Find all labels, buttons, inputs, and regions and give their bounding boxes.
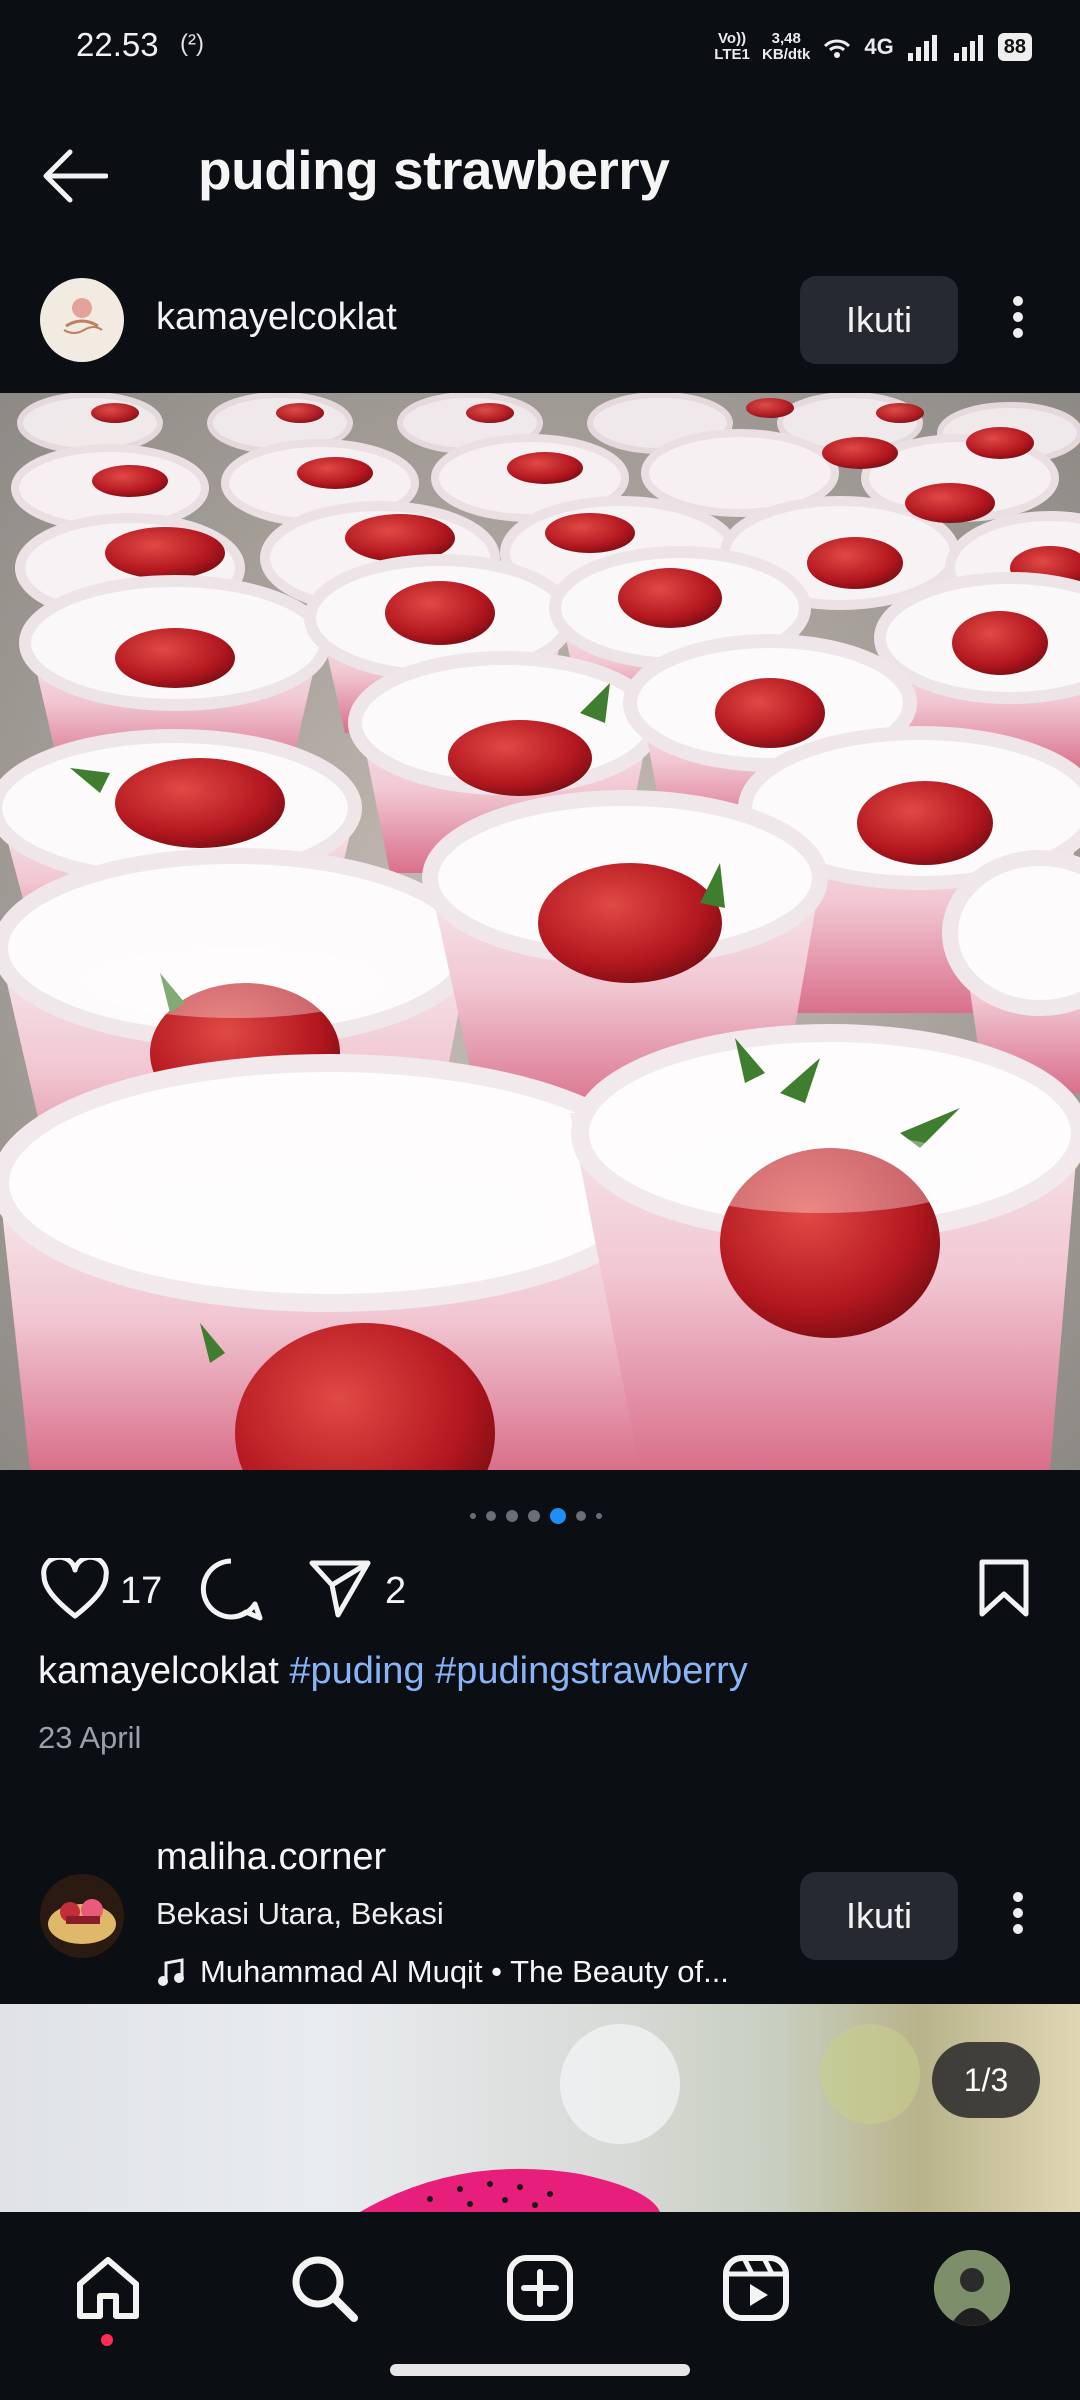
- volte-icon: Vo)) LTE1: [714, 30, 750, 63]
- signal-icon: [907, 35, 937, 61]
- share-count[interactable]: 2: [385, 1570, 406, 1613]
- carousel-dot: [486, 1511, 496, 1521]
- page-title: puding strawberry: [198, 139, 670, 201]
- post-caption: kamayelcoklat #puding #pudingstrawberry: [38, 1650, 748, 1693]
- bookmark-icon[interactable]: [978, 1558, 1030, 1618]
- post-location[interactable]: Bekasi Utara, Bekasi: [156, 1896, 444, 1932]
- create-post-icon[interactable]: [504, 2252, 576, 2324]
- wifi-icon: [824, 39, 851, 58]
- post-avatar[interactable]: [40, 278, 124, 362]
- logo-icon: [63, 298, 103, 334]
- like-heart-icon[interactable]: [40, 1558, 110, 1620]
- carousel-dot: [470, 1513, 476, 1519]
- home-icon[interactable]: [72, 2252, 144, 2324]
- more-options-icon[interactable]: [1008, 1886, 1028, 1940]
- post-username[interactable]: kamayelcoklat: [156, 296, 397, 339]
- carousel-dot: [506, 1510, 518, 1522]
- status-time: 22.53: [76, 26, 159, 63]
- follow-button[interactable]: Ikuti: [800, 276, 958, 364]
- music-info[interactable]: Muhammad Al Muqit • The Beauty of...: [156, 1954, 729, 1990]
- status-icons: Vo)) LTE1 3,48 KB/dtk 4G 88: [714, 24, 1032, 70]
- search-icon[interactable]: [288, 2252, 360, 2324]
- network-speed: 3,48 KB/dtk: [762, 30, 811, 63]
- hotspot-icon: (²): [180, 30, 204, 57]
- post-date: 23 April: [38, 1720, 142, 1755]
- comment-icon[interactable]: [198, 1556, 264, 1622]
- share-send-icon[interactable]: [308, 1558, 372, 1618]
- post-image[interactable]: [0, 393, 1080, 1470]
- status-bar: 22.53 (²) Vo)) LTE1 3,48 KB/dtk 4G 88: [0, 0, 1080, 95]
- network-type: 4G: [864, 34, 894, 59]
- music-note-icon: [158, 1958, 184, 1986]
- dragonfruit-photo: [360, 2024, 920, 2212]
- food-avatar-icon: [48, 1899, 116, 1944]
- hashtag-link[interactable]: #puding: [289, 1650, 424, 1692]
- carousel-indicator: [470, 1508, 602, 1524]
- post-actions: 17 2: [0, 1550, 1080, 1630]
- caption-username[interactable]: kamayelcoklat: [38, 1650, 279, 1692]
- post-username[interactable]: maliha.corner: [156, 1836, 386, 1879]
- profile-photo-icon: [934, 2250, 1010, 2326]
- hashtag-link[interactable]: #pudingstrawberry: [435, 1650, 748, 1692]
- pudding-photo: [0, 393, 1080, 1470]
- carousel-dot: [576, 1511, 586, 1521]
- battery-icon: 88: [997, 33, 1032, 61]
- follow-button[interactable]: Ikuti: [800, 1872, 958, 1960]
- back-arrow-icon[interactable]: [42, 148, 108, 204]
- post-image[interactable]: [0, 2004, 1080, 2212]
- gesture-home-bar[interactable]: [390, 2364, 690, 2376]
- like-count[interactable]: 17: [120, 1570, 162, 1613]
- carousel-dot: [528, 1510, 540, 1522]
- reels-icon[interactable]: [720, 2252, 792, 2324]
- more-options-icon[interactable]: [1008, 290, 1028, 344]
- post-avatar[interactable]: [40, 1874, 124, 1958]
- image-counter-badge: 1/3: [932, 2042, 1040, 2118]
- notification-dot: [101, 2334, 113, 2346]
- top-bar: puding strawberry: [0, 120, 1080, 230]
- signal-icon-2: [953, 35, 983, 61]
- music-title: Muhammad Al Muqit • The Beauty of...: [200, 1954, 729, 1989]
- carousel-dot: [596, 1513, 602, 1519]
- carousel-dot-active: [550, 1508, 566, 1524]
- profile-avatar[interactable]: [934, 2250, 1010, 2326]
